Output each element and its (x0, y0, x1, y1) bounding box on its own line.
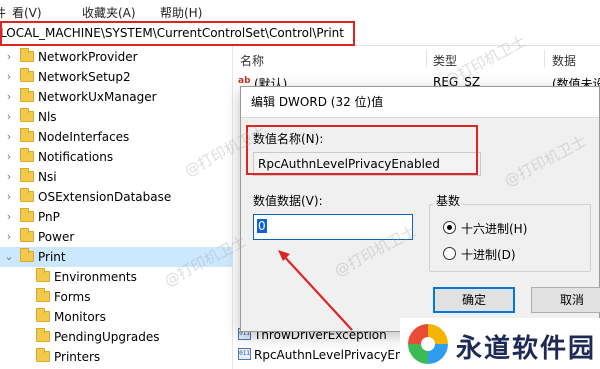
tree-item-label: Environments (54, 270, 137, 284)
tree-item-label: Monitors (54, 310, 106, 324)
folder-icon (36, 268, 50, 282)
menu-bar: 件 看(V) 收藏夹(A) 帮助(H) (0, 0, 600, 22)
tree-item-label: Printers (54, 350, 101, 364)
cancel-button[interactable]: 取消 (531, 287, 600, 313)
tree-item-label: NetworkSetup2 (38, 70, 131, 84)
registry-tree: › NetworkProvider › NetworkSetup2 › NetworkUx… (0, 46, 233, 369)
edit-dword-dialog: 编辑 DWORD (32 位)值 数值名称(N): RpcAuthnLevelP… (240, 86, 600, 332)
folder-icon (20, 228, 34, 242)
tree-item[interactable]: ›Environments (0, 267, 233, 287)
menu-item-favorites[interactable]: 收藏夹(A) (82, 4, 136, 21)
folder-icon (20, 88, 34, 102)
folder-icon (20, 108, 34, 122)
tree-item-label: NodeInterfaces (38, 130, 130, 144)
folder-icon (20, 208, 34, 222)
folder-icon (20, 168, 34, 182)
menu-file-fragment[interactable]: 件 (0, 4, 6, 21)
tree-item-label: Power (38, 230, 75, 244)
tree-item[interactable]: › NetworkUxManager (0, 87, 233, 107)
tree-item-label: Nls (38, 110, 57, 124)
site-logo: 永道软件园 (400, 318, 600, 369)
column-separator[interactable] (544, 50, 545, 68)
tree-item[interactable]: ›PendingUpgrades (0, 327, 233, 347)
chevron-right-icon[interactable]: › (4, 70, 14, 84)
logo-mark-icon (408, 324, 448, 364)
value-name: RpcAuthnLevelPrivacyEnab (254, 348, 418, 362)
tree-item[interactable]: › NodeInterfaces (0, 127, 233, 147)
folder-icon (36, 308, 50, 322)
column-header-name[interactable]: 名称 (240, 52, 264, 69)
tree-item[interactable]: › Nls (0, 107, 233, 127)
menu-item-help[interactable]: 帮助(H) (160, 4, 202, 21)
dword-value-icon: 011 (238, 348, 251, 360)
tree-item-label: Print (38, 250, 66, 264)
folder-icon (20, 48, 34, 62)
dialog-title: 编辑 DWORD (32 位)值 (251, 95, 384, 109)
value-data-input[interactable]: 0 (253, 214, 413, 240)
tree-item[interactable]: › PnP (0, 207, 233, 227)
radio-decimal-label[interactable]: 十进制(D) (461, 246, 516, 263)
value-data-selection: 0 (257, 219, 267, 233)
tree-item-label: Nsi (38, 170, 57, 184)
folder-icon (36, 328, 50, 342)
tree-item[interactable]: › NetworkSetup2 (0, 67, 233, 87)
chevron-right-icon[interactable]: › (4, 130, 14, 144)
chevron-right-icon[interactable]: › (4, 150, 14, 164)
folder-icon (20, 148, 34, 162)
folder-icon (36, 288, 50, 302)
column-header-type[interactable]: 类型 (433, 52, 457, 69)
value-name-highlight-box (246, 125, 478, 175)
ok-button[interactable]: 确定 (433, 287, 515, 313)
column-separator[interactable] (426, 50, 427, 68)
tree-item[interactable]: › OSExtensionDatabase (0, 187, 233, 207)
tree-item[interactable]: › Power (0, 227, 233, 247)
chevron-right-icon[interactable]: › (4, 190, 14, 204)
chevron-right-icon[interactable]: › (4, 170, 14, 184)
tree-item[interactable]: ⌄ Print (0, 247, 233, 267)
logo-text: 永道软件园 (456, 334, 597, 364)
radio-hex[interactable] (443, 221, 456, 234)
folder-icon (36, 348, 50, 362)
folder-icon (20, 128, 34, 142)
chevron-right-icon[interactable]: › (4, 210, 14, 224)
tree-item[interactable]: › Notifications (0, 147, 233, 167)
tree-item-label: PendingUpgrades (54, 330, 160, 344)
tree-item-label: NetworkUxManager (38, 90, 157, 104)
tree-item-label: OSExtensionDatabase (38, 190, 172, 204)
address-highlight-box (0, 21, 355, 46)
tree-item[interactable]: ›Monitors (0, 307, 233, 327)
tree-item-label: Notifications (38, 150, 114, 164)
chevron-right-icon[interactable]: › (4, 230, 14, 244)
chevron-right-icon[interactable]: › (4, 110, 14, 124)
tree-item-label: NetworkProvider (38, 50, 138, 64)
radio-hex-label[interactable]: 十六进制(H) (461, 220, 527, 237)
tree-item-label: PnP (38, 210, 60, 224)
menu-item-view[interactable]: 看(V) (12, 4, 42, 21)
tree-item[interactable]: › NetworkProvider (0, 47, 233, 67)
chevron-right-icon[interactable]: › (4, 90, 14, 104)
radio-decimal[interactable] (443, 247, 456, 260)
value-data-label: 数值数据(V): (253, 194, 323, 208)
base-group-label: 基数 (433, 192, 464, 209)
tree-item-label: Forms (54, 290, 91, 304)
chevron-down-icon[interactable]: ⌄ (4, 250, 14, 264)
folder-icon (20, 188, 34, 202)
folder-icon (20, 68, 34, 82)
tree-item[interactable]: ›Forms (0, 287, 233, 307)
tree-item[interactable]: › Nsi (0, 167, 233, 187)
tree-item[interactable]: ›Printers (0, 347, 233, 367)
folder-icon (20, 248, 34, 262)
chevron-right-icon[interactable]: › (4, 50, 14, 64)
column-header-data[interactable]: 数据 (552, 52, 576, 69)
